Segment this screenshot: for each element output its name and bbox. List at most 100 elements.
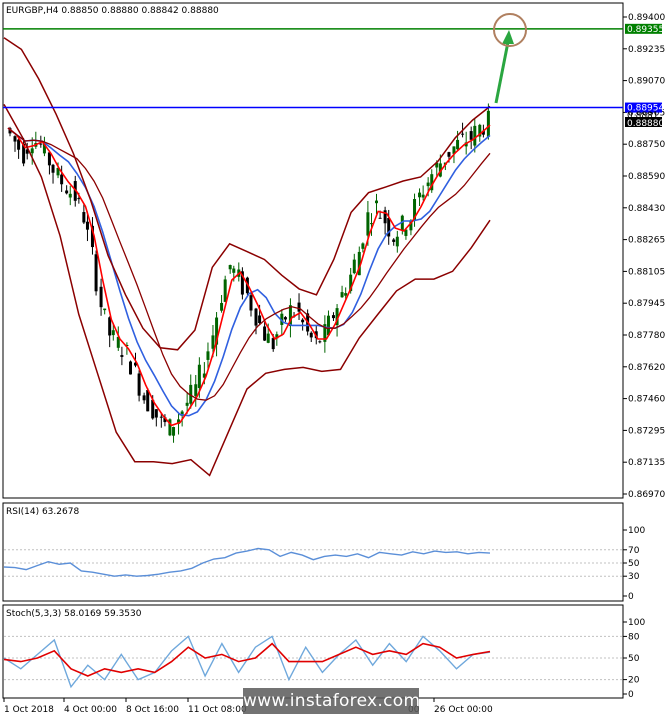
price-tick-label: 0.88265 [628,236,665,246]
candle-body [60,174,64,185]
candle-body [206,351,210,360]
candle-body [254,308,258,326]
price-tick-label: 0.88430 [628,204,665,214]
candle-body [111,330,115,336]
candle-body [228,265,232,270]
candle-body [340,292,344,298]
candle-body [30,148,34,154]
svg-text:0.88880: 0.88880 [627,119,664,129]
candle-body [331,315,335,319]
candle-body [137,373,141,396]
candle-body [13,136,17,142]
time-tick-label: 1 Oct 2018 [4,705,54,715]
stoch-title: Stoch(5,3,3) 58.0169 59.3530 [6,609,142,619]
candle-body [318,341,322,343]
price-tick-label: 0.87460 [628,395,665,405]
candle-body [211,335,215,349]
stoch-tick-label: 50 [628,654,640,664]
candle-body [223,279,227,302]
candle-body [65,190,69,194]
candle-body [197,364,201,388]
rsi-tick-label: 0 [628,592,634,602]
candle-body [266,333,270,343]
rsi-tick-label: 70 [628,546,640,556]
candle-body [51,164,55,173]
price-tick-label: 0.87135 [628,458,665,468]
rsi-tick-label: 100 [628,526,645,536]
candle-body [249,295,253,311]
candle-body [283,317,287,320]
price-tick-label: 0.86970 [628,490,665,500]
candle-body [263,326,267,341]
candle-body [129,361,132,375]
candle-body [473,125,477,146]
chart-title: EURGBP,H4 0.88850 0.88880 0.88842 0.8888… [6,6,219,16]
price-tick-label: 0.87295 [628,426,665,436]
time-tick-label: 11 Oct 08:00 [188,705,247,715]
candle-body [85,221,89,230]
price-tick-label: 0.89400 [628,13,665,23]
candle-body [142,395,146,401]
price-tick-label: 0.89070 [628,77,665,87]
candle-body [469,131,473,140]
candle-body [426,182,430,187]
candle-body [486,110,490,137]
green-level-marker: 0.89355 [625,23,664,35]
candle-body [154,409,158,418]
price-tick-label: 0.87780 [628,331,665,341]
candle-body [395,236,399,247]
candle-body [94,254,98,292]
candle-body [82,212,86,223]
rsi-panel-frame [2,502,624,602]
candle-body [258,315,262,324]
rsi-axis: 100 70 50 30 0 [623,526,645,602]
candle-body [185,402,189,406]
candle-body [361,243,365,249]
candle-body [418,192,422,198]
candle-body [366,212,370,236]
chart-canvas: 0.894000.892350.890700.889050.887500.885… [2,2,665,715]
price-axis: 0.894000.892350.890700.889050.887500.885… [623,13,665,500]
price-tick-label: 0.88105 [628,267,665,277]
candle-body [220,302,224,311]
candle-body [352,259,356,274]
candle-body [421,194,425,198]
rsi-tick-label: 30 [628,572,640,582]
time-tick-label: 4 Oct 00:00 [64,705,117,715]
candle-body [301,319,305,323]
candle-body [392,239,396,242]
candle-body [172,427,176,436]
candle-body [103,308,107,311]
stoch-tick-label: 80 [628,632,640,642]
candle-body [47,152,51,166]
rsi-title: RSI(14) 63.2678 [6,507,79,517]
price-tick-label: 0.89235 [628,45,665,55]
candle-body [297,302,301,312]
stoch-axis: 100 80 50 20 0 [623,618,645,700]
candle-body [120,355,124,357]
candle-body [447,152,451,157]
time-tick-label: 26 Oct 00:00 [434,705,493,715]
price-tick-label: 0.87945 [628,299,665,309]
candle-body [344,293,348,296]
rsi-tick-label: 50 [628,559,640,569]
candle-body [456,139,460,150]
candle-body [99,286,103,308]
candle-body [232,268,236,273]
candle-body [461,133,465,135]
price-tick-label: 0.87620 [628,363,665,373]
stoch-tick-label: 100 [628,618,645,628]
candle-body [159,416,163,418]
candle-body [17,139,21,150]
svg-text:0.89355: 0.89355 [627,25,664,35]
candle-body [309,332,313,338]
watermark: www.instaforex.com [243,691,421,711]
stoch-tick-label: 20 [628,676,640,686]
candle-body [271,338,275,350]
time-tick-label: 8 Oct 16:00 [126,705,179,715]
candle-body [378,217,382,219]
candle-body [146,390,150,412]
candle-body [194,384,198,396]
price-tick-label: 0.88750 [628,140,665,150]
candle-body [68,193,72,198]
